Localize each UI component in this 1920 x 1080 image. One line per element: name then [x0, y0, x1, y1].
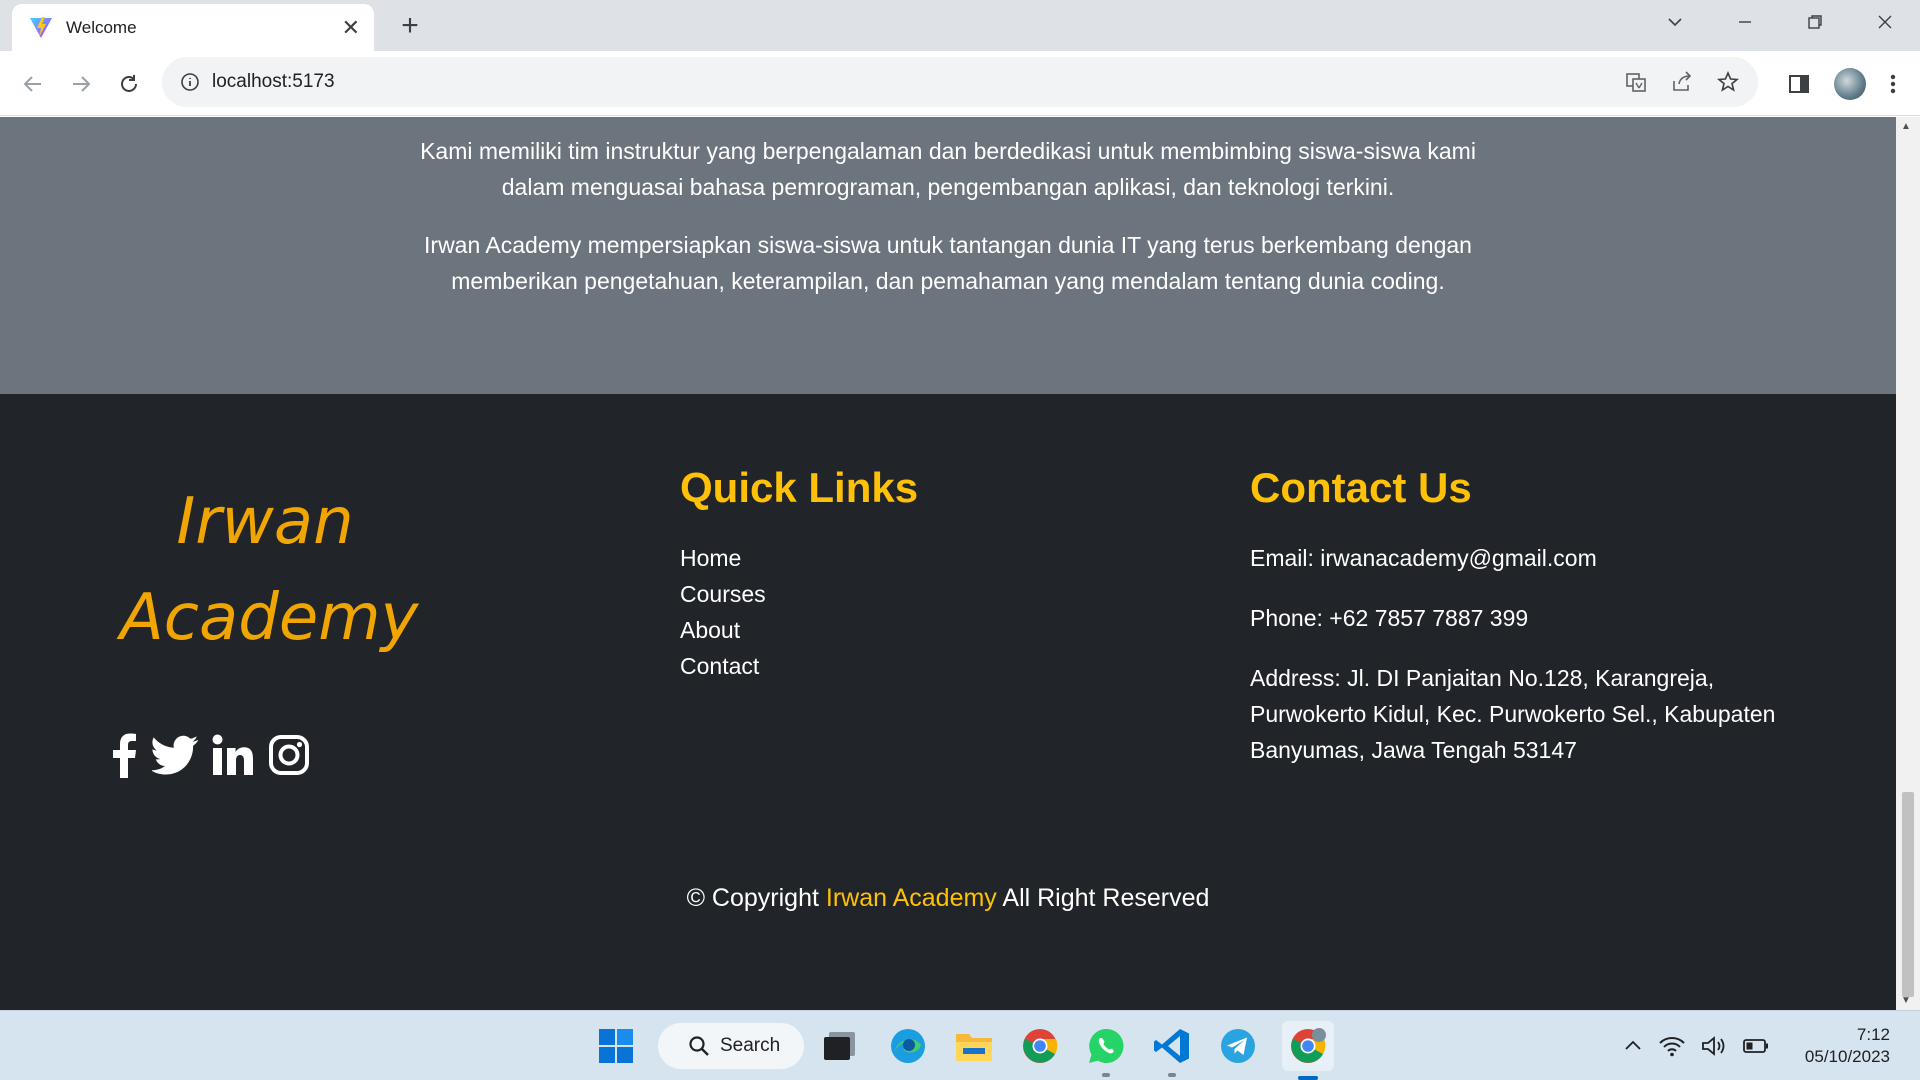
brand-logo[interactable]: Irwan Academy — [120, 474, 419, 666]
translate-icon[interactable] — [1624, 70, 1648, 94]
footer-link-contact[interactable]: Contact — [680, 648, 918, 684]
contact-address: Address: Jl. DI Panjaitan No.128, Karang… — [1250, 665, 1776, 763]
search-icon — [689, 1036, 709, 1056]
toolbar-right — [1788, 65, 1920, 103]
brand-line-1: Irwan — [176, 485, 354, 559]
windows-logo-icon — [599, 1029, 633, 1063]
tab-title: Welcome — [66, 17, 137, 37]
url-text[interactable]: localhost:5173 — [212, 71, 335, 93]
side-panel-icon[interactable] — [1788, 73, 1810, 95]
running-indicator — [1102, 1073, 1110, 1077]
active-window-indicator — [1298, 1076, 1318, 1080]
footer-link-about[interactable]: About — [680, 612, 918, 648]
start-button[interactable] — [594, 1024, 638, 1068]
quick-links-title: Quick Links — [680, 464, 919, 511]
chrome-profile-icon — [1291, 1028, 1326, 1063]
footer-link-courses[interactable]: Courses — [680, 576, 918, 612]
reload-icon — [121, 75, 137, 92]
tab-strip: Welcome ✕ + — [0, 0, 1920, 51]
footer-link-home[interactable]: Home — [680, 540, 918, 576]
browser-toolbar: localhost:5173 — [0, 51, 1920, 116]
tab-welcome[interactable]: Welcome ✕ — [12, 4, 374, 51]
taskbar-search-label: Search — [720, 1035, 781, 1056]
taskbar-chrome-profile[interactable] — [1282, 1021, 1334, 1080]
taskbar: Search 7:12 05/10/2023 — [0, 1010, 1920, 1080]
running-indicator — [1168, 1073, 1176, 1077]
site-info-icon[interactable] — [180, 72, 200, 92]
battery-icon[interactable] — [1743, 1038, 1769, 1054]
system-tray: 7:12 05/10/2023 — [1623, 1011, 1890, 1080]
vscode-icon — [1154, 1029, 1189, 1063]
taskbar-file-explorer[interactable] — [952, 1024, 996, 1068]
brand-line-2: Academy — [120, 581, 419, 655]
telegram-icon — [1221, 1029, 1255, 1063]
scroll-up-arrow-icon[interactable]: ▲ — [1901, 121, 1911, 132]
task-view-button[interactable] — [818, 1024, 862, 1068]
address-bar[interactable]: localhost:5173 — [162, 57, 1758, 107]
tab-close-icon[interactable]: ✕ — [342, 16, 360, 39]
tab-search-chevron-icon[interactable] — [1640, 0, 1710, 44]
new-tab-button[interactable]: + — [392, 8, 428, 44]
task-view-icon — [824, 1032, 855, 1060]
copyright-suffix: All Right Reserved — [1002, 884, 1210, 912]
instagram-icon[interactable] — [268, 734, 310, 776]
forward-button[interactable] — [62, 65, 100, 103]
bookmark-star-icon[interactable] — [1716, 70, 1740, 94]
back-button[interactable] — [14, 65, 52, 103]
chrome-icon — [1023, 1029, 1058, 1063]
footer: Irwan Academy Quick Links Home Courses A… — [0, 394, 1896, 1010]
page-viewport: Kami memiliki tim instruktur yang berpen… — [0, 117, 1896, 1010]
quick-links-column: Quick Links Home Courses About Contact — [680, 464, 918, 684]
profile-avatar[interactable] — [1834, 68, 1866, 100]
taskbar-telegram[interactable] — [1216, 1024, 1260, 1068]
taskbar-whatsapp[interactable] — [1084, 1024, 1128, 1077]
clock-time: 7:12 — [1856, 1025, 1890, 1044]
contact-email: Email: irwanacademy@gmail.com — [1250, 545, 1597, 571]
share-icon[interactable] — [1670, 70, 1694, 94]
copyright-prefix: © Copyright — [686, 884, 819, 912]
about-section: Kami memiliki tim instruktur yang berpen… — [0, 117, 1896, 394]
taskbar-search[interactable]: Search — [658, 1023, 804, 1069]
taskbar-vscode[interactable] — [1150, 1024, 1194, 1077]
edge-icon — [891, 1029, 925, 1063]
facebook-icon[interactable] — [110, 732, 138, 778]
about-paragraph-1: Kami memiliki tim instruktur yang berpen… — [420, 138, 1476, 200]
social-links — [110, 732, 310, 778]
window-controls — [1640, 0, 1920, 44]
restore-button[interactable] — [1780, 0, 1850, 44]
contact-column: Contact Us Email: irwanacademy@gmail.com… — [1250, 464, 1810, 792]
vite-favicon-icon — [30, 16, 52, 38]
close-window-button[interactable] — [1850, 0, 1920, 44]
contact-title: Contact Us — [1250, 464, 1472, 511]
page-scrollbar[interactable]: ▲ ▼ — [1896, 117, 1920, 1010]
twitter-icon[interactable] — [152, 735, 198, 775]
forward-arrow-icon — [73, 76, 91, 92]
reload-button[interactable] — [110, 65, 148, 103]
scroll-down-arrow-icon[interactable]: ▼ — [1901, 995, 1911, 1006]
contact-phone: Phone: +62 7857 7887 399 — [1250, 605, 1529, 631]
show-hidden-icons-chevron-icon[interactable] — [1623, 1036, 1643, 1056]
copyright-brand: Irwan Academy — [825, 884, 997, 912]
taskbar-edge[interactable] — [886, 1024, 930, 1068]
folder-icon — [956, 1034, 992, 1061]
about-paragraph-2: Irwan Academy mempersiapkan siswa-siswa … — [424, 232, 1472, 294]
whatsapp-icon — [1089, 1028, 1124, 1063]
clock-date: 05/10/2023 — [1804, 1047, 1890, 1066]
linkedin-icon[interactable] — [212, 734, 254, 776]
taskbar-clock[interactable]: 7:12 05/10/2023 — [1805, 1024, 1890, 1068]
minimize-button[interactable] — [1710, 0, 1780, 44]
copyright: © Copyright Irwan Academy All Right Rese… — [0, 884, 1896, 913]
taskbar-chrome[interactable] — [1018, 1024, 1062, 1068]
scrollbar-thumb[interactable] — [1902, 792, 1914, 997]
menu-dots-icon[interactable] — [1890, 73, 1896, 95]
wifi-icon[interactable] — [1659, 1035, 1685, 1057]
back-arrow-icon — [23, 76, 41, 92]
volume-icon[interactable] — [1701, 1035, 1727, 1057]
